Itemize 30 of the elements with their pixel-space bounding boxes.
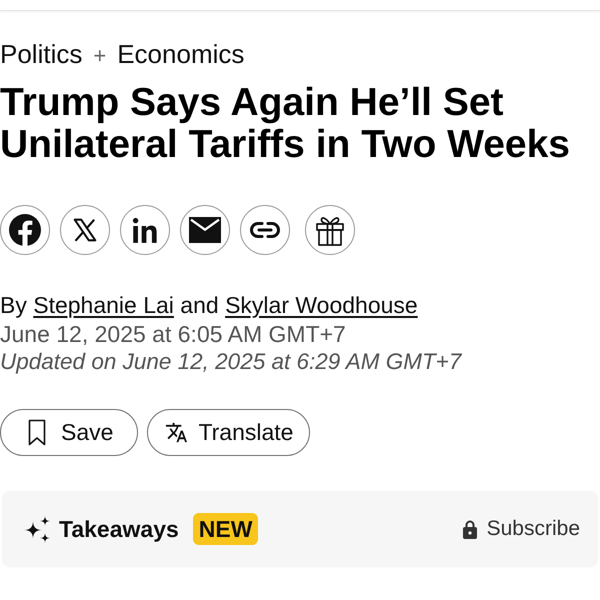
translate-icon <box>165 421 188 444</box>
linkedin-icon <box>132 216 158 244</box>
updated-date: Updated on June 12, 2025 at 6:29 AM GMT+7 <box>0 348 463 375</box>
bookmark-icon <box>28 419 46 446</box>
share-button[interactable] <box>180 205 230 255</box>
takeaways-label: Takeaways <box>59 516 179 542</box>
new-badge: NEW <box>192 513 258 545</box>
headline: Trump Says Again He’ll Set Unilateral Tariffs in Two Weeks <box>0 82 571 166</box>
save-button[interactable]: Save <box>0 409 138 456</box>
share-button[interactable] <box>60 205 110 255</box>
sparkle-icon <box>24 516 51 542</box>
x-logo-icon <box>72 217 98 243</box>
lock-icon <box>462 519 477 539</box>
share-button[interactable] <box>0 205 50 255</box>
topic-link[interactable]: Economics <box>117 39 244 69</box>
author-link[interactable]: Stephanie Lai <box>33 292 174 318</box>
topic-link[interactable]: Politics <box>0 39 82 69</box>
facebook-icon <box>9 214 41 246</box>
share-button[interactable] <box>305 205 355 255</box>
gift-icon <box>315 214 345 246</box>
plus-separator: + <box>93 42 106 70</box>
translate-button[interactable]: Translate <box>147 409 310 456</box>
byline: By Stephanie Lai and Skylar Woodhouse <box>0 291 419 319</box>
author-link[interactable]: Skylar Woodhouse <box>225 292 418 318</box>
publish-date: June 12, 2025 at 6:05 AM GMT+7 <box>0 321 347 348</box>
share-button[interactable] <box>120 205 170 255</box>
share-button[interactable] <box>240 205 290 255</box>
subscribe-link[interactable]: Subscribe <box>462 517 580 541</box>
envelope-icon <box>189 217 221 243</box>
link-icon <box>250 221 280 239</box>
